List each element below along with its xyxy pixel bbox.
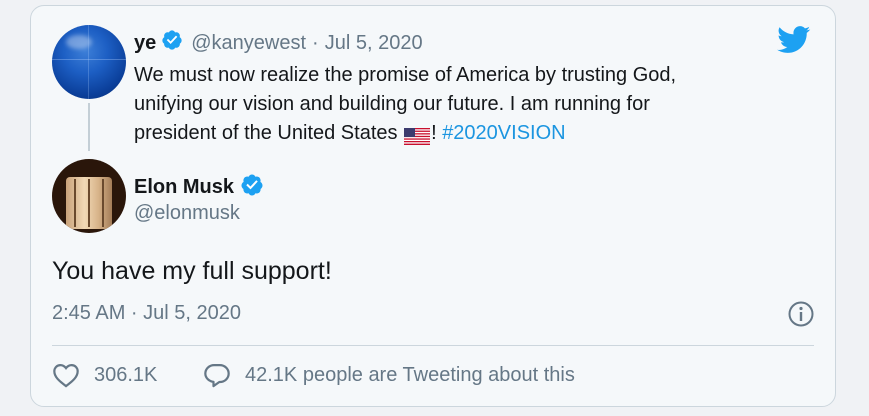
- quoted-tweet-line-2: unifying our vision and building our fut…: [134, 93, 650, 115]
- tweet-author-row: Elon Musk: [134, 173, 264, 202]
- header-separator: ·: [312, 31, 319, 54]
- tweet-timestamp[interactable]: 2:45 AM · Jul 5, 2020: [52, 302, 241, 325]
- like-count: 306.1K: [94, 363, 158, 386]
- quoted-tweet-text: We must now realize the promise of Ameri…: [134, 61, 774, 148]
- us-flag-icon: [404, 125, 431, 145]
- ye-handle[interactable]: @kanyewest: [191, 32, 306, 55]
- thread-connector-line: [88, 103, 90, 151]
- quoted-tweet-date[interactable]: Jul 5, 2020: [325, 32, 423, 55]
- retweet-discussion-action[interactable]: 42.1K people are Tweeting about this: [203, 362, 575, 388]
- quoted-tweet-line-3: president of the United States ! #2020VI…: [134, 119, 774, 148]
- heart-icon[interactable]: [52, 362, 80, 388]
- tweeting-about-text: 42.1K people are Tweeting about this: [245, 363, 575, 386]
- elon-musk-avatar[interactable]: [52, 159, 126, 233]
- quoted-tweet-line-3-text: president of the United States: [134, 122, 404, 144]
- tweet-embed-card[interactable]: ye @kanyewest · Jul 5, 2020 We must now …: [30, 5, 836, 407]
- quoted-tweet-header: ye @kanyewest · Jul 5, 2020: [134, 29, 423, 57]
- quoted-tweet-line-1: We must now realize the promise of Ameri…: [134, 64, 677, 86]
- tweet-text: You have my full support!: [52, 257, 332, 285]
- like-action[interactable]: 306.1K: [52, 362, 157, 388]
- elon-musk-handle[interactable]: @elonmusk: [134, 202, 240, 225]
- hashtag-link[interactable]: #2020VISION: [442, 119, 565, 148]
- quoted-tweet-exclamation: !: [431, 122, 443, 144]
- twitter-bird-icon[interactable]: [777, 26, 811, 54]
- ye-author-name[interactable]: ye: [134, 32, 156, 55]
- verified-badge-icon: [240, 173, 264, 202]
- speech-bubble-icon[interactable]: [203, 362, 231, 388]
- info-icon[interactable]: [787, 300, 815, 328]
- verified-badge-icon: [161, 29, 183, 57]
- stats-divider: [52, 345, 814, 346]
- elon-musk-author-name[interactable]: Elon Musk: [134, 176, 234, 199]
- ye-avatar[interactable]: [52, 25, 126, 99]
